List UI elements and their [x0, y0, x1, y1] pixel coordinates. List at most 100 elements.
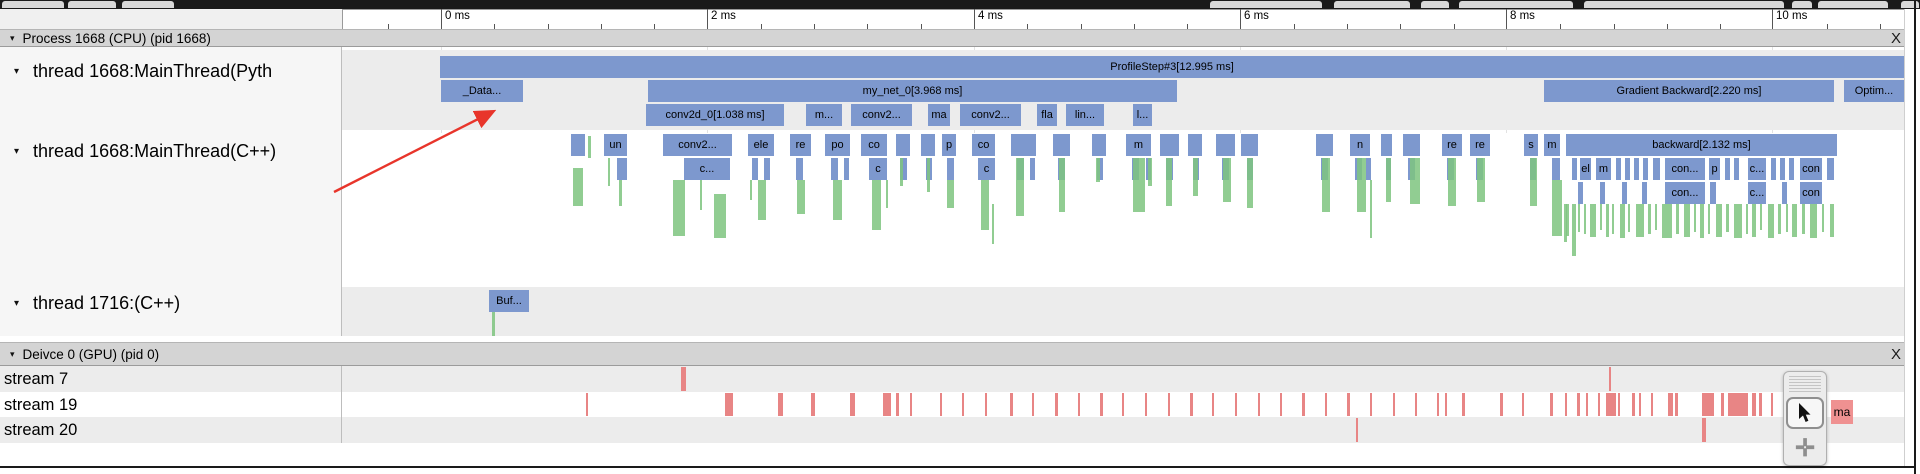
- gpu-kernel-mark[interactable]: [850, 393, 855, 416]
- trace-event-bar[interactable]: [1643, 158, 1648, 180]
- stream-label-19[interactable]: stream 19: [4, 396, 77, 415]
- gpu-kernel-mark[interactable]: [1721, 393, 1724, 416]
- flow-tick[interactable]: [1700, 204, 1704, 238]
- gpu-kernel-mark[interactable]: [681, 367, 686, 391]
- flow-tick[interactable]: [1448, 158, 1456, 206]
- trace-event-bar[interactable]: Buf...: [489, 290, 529, 312]
- gpu-kernel-mark[interactable]: [778, 393, 783, 416]
- flow-tick[interactable]: [1223, 158, 1231, 202]
- trace-event-bar[interactable]: m...: [806, 104, 842, 126]
- flow-tick[interactable]: [1746, 204, 1748, 234]
- flow-tick[interactable]: [1636, 204, 1644, 237]
- flow-tick[interactable]: [872, 180, 881, 230]
- flow-tick[interactable]: [1752, 204, 1756, 237]
- gpu-kernel-mark[interactable]: [1639, 393, 1641, 416]
- flow-tick[interactable]: [1822, 204, 1824, 232]
- trace-event-bar[interactable]: [1241, 134, 1258, 156]
- tool-palette[interactable]: ✛: [1783, 371, 1827, 466]
- trace-event-bar[interactable]: [1053, 134, 1070, 156]
- flow-tick[interactable]: [1530, 158, 1537, 206]
- flow-tick[interactable]: [1566, 204, 1569, 236]
- flow-tick[interactable]: [1357, 158, 1366, 212]
- gpu-kernel-mark[interactable]: [1577, 393, 1580, 416]
- gpu-kernel-mark[interactable]: [1235, 393, 1237, 416]
- gpu-kernel-mark[interactable]: [1771, 393, 1773, 416]
- flow-tick[interactable]: [1655, 204, 1657, 230]
- gpu-kernel-mark[interactable]: [1370, 393, 1372, 416]
- flow-tick[interactable]: [1322, 158, 1330, 212]
- gpu-kernel-mark[interactable]: [725, 393, 733, 416]
- gpu-kernel-bar[interactable]: ma: [1831, 400, 1853, 424]
- trace-event-bar[interactable]: re: [790, 134, 811, 156]
- gpu-kernel-mark[interactable]: [1280, 393, 1282, 416]
- flow-tick[interactable]: [1760, 204, 1762, 230]
- trace-event-bar[interactable]: conv2...: [663, 134, 732, 156]
- trace-event-bar[interactable]: [1780, 158, 1785, 180]
- flow-tick[interactable]: [1148, 158, 1152, 186]
- gpu-kernel-mark[interactable]: [883, 393, 891, 416]
- trace-event-bar[interactable]: l...: [1133, 104, 1152, 126]
- trace-event-bar[interactable]: [1616, 158, 1621, 180]
- trace-event-bar[interactable]: el: [1580, 158, 1591, 180]
- trace-event-bar[interactable]: Gradient Backward[2.220 ms]: [1544, 80, 1834, 102]
- device-header[interactable]: ▾ Deivce 0 (GPU) (pid 0): [0, 342, 1904, 366]
- gpu-kernel-mark[interactable]: [1598, 393, 1600, 416]
- trace-event-bar[interactable]: ele: [748, 134, 774, 156]
- flow-tick[interactable]: [1648, 204, 1651, 234]
- flow-tick[interactable]: [1386, 158, 1391, 202]
- flow-tick[interactable]: [1477, 158, 1485, 202]
- trace-event-bar[interactable]: my_net_0[3.968 ms]: [648, 80, 1177, 102]
- trace-event-bar[interactable]: [1734, 158, 1739, 180]
- trace-event-bar[interactable]: con: [1800, 158, 1822, 180]
- flow-tick[interactable]: [1708, 204, 1710, 234]
- flow-tick[interactable]: [1600, 204, 1602, 230]
- flow-tick[interactable]: [1694, 204, 1696, 232]
- trace-event-bar[interactable]: p: [1709, 158, 1720, 180]
- trace-event-bar[interactable]: [617, 158, 627, 180]
- gpu-kernel-mark[interactable]: [1445, 393, 1447, 416]
- flow-tick[interactable]: [1792, 204, 1797, 237]
- trace-event-bar[interactable]: [1642, 182, 1647, 204]
- trace-event-bar[interactable]: [1188, 134, 1202, 156]
- trace-event-bar[interactable]: backward[2.132 ms]: [1566, 134, 1837, 156]
- trace-event-bar[interactable]: c...: [1748, 182, 1766, 204]
- flow-tick[interactable]: [833, 180, 842, 220]
- timeline-ruler[interactable]: [342, 9, 1904, 30]
- gpu-kernel-mark[interactable]: [1675, 393, 1678, 416]
- gpu-kernel-mark[interactable]: [1550, 393, 1553, 416]
- flow-tick[interactable]: [992, 204, 994, 244]
- gpu-kernel-mark[interactable]: [1651, 393, 1653, 416]
- flow-tick[interactable]: [981, 180, 989, 230]
- drag-grip-icon[interactable]: [1789, 376, 1821, 394]
- stream-label-20[interactable]: stream 20: [4, 421, 77, 440]
- collapse-triangle-icon[interactable]: ▾: [14, 298, 19, 309]
- gpu-kernel-mark[interactable]: [1032, 393, 1034, 416]
- trace-event-bar[interactable]: [1366, 158, 1371, 180]
- trace-event-bar[interactable]: un: [604, 134, 627, 156]
- flow-tick[interactable]: [927, 158, 930, 192]
- flow-tick[interactable]: [608, 158, 610, 186]
- flow-tick[interactable]: [1133, 158, 1145, 212]
- process-close-button[interactable]: X: [1891, 30, 1901, 47]
- gpu-kernel-mark[interactable]: [1100, 393, 1103, 416]
- trace-event-bar[interactable]: [1625, 158, 1630, 180]
- gpu-kernel-mark[interactable]: [1522, 393, 1524, 416]
- trace-event-bar[interactable]: [752, 158, 758, 180]
- trace-event-bar[interactable]: [947, 158, 954, 180]
- trace-event-bar[interactable]: ProfileStep#3[12.995 ms]: [440, 56, 1904, 78]
- gpu-kernel-mark[interactable]: [1462, 393, 1465, 416]
- trace-event-bar[interactable]: [1092, 134, 1106, 156]
- flow-tick[interactable]: [1734, 204, 1742, 238]
- flow-tick[interactable]: [1096, 158, 1100, 182]
- trace-event-bar[interactable]: c...: [1748, 158, 1766, 180]
- trace-event-bar[interactable]: [844, 158, 849, 180]
- thread-label-python[interactable]: ▾ thread 1668:MainThread(Pyth: [0, 56, 341, 86]
- flow-tick[interactable]: [947, 180, 954, 208]
- trace-event-bar[interactable]: [1710, 182, 1716, 204]
- trace-event-bar[interactable]: [1600, 182, 1605, 204]
- flow-tick[interactable]: [619, 180, 622, 206]
- flow-tick[interactable]: [1247, 158, 1253, 208]
- trace-event-bar[interactable]: conv2...: [851, 104, 912, 126]
- flow-tick[interactable]: [886, 180, 888, 208]
- trace-event-bar[interactable]: conv2d_0[1.038 ms]: [646, 104, 784, 126]
